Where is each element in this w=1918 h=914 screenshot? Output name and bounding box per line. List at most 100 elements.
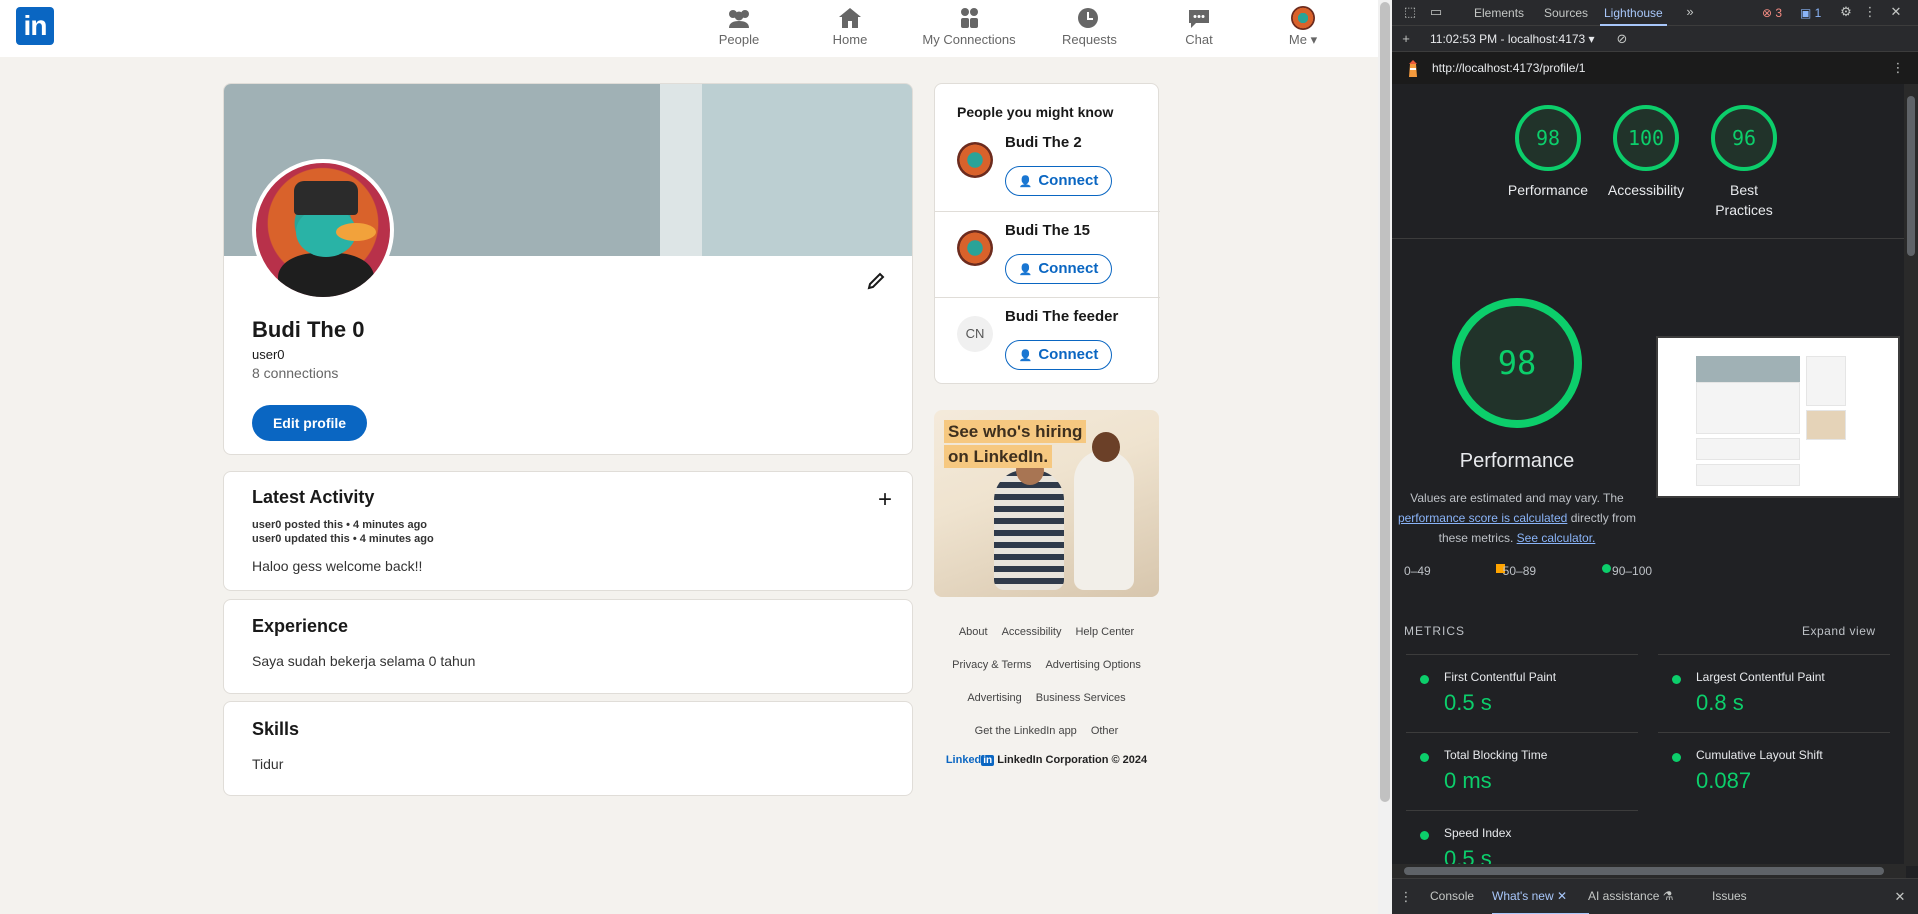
gear-icon[interactable]: ⚙ [1838,4,1854,20]
report-selector[interactable]: 11:02:53 PM - localhost:4173 ▾ [1430,26,1595,52]
footer-link[interactable]: Business Services [1036,692,1126,704]
footer-link[interactable]: Privacy & Terms [952,659,1031,671]
metric-item: Cumulative Layout Shift 0.087 [1658,732,1890,810]
metric-name: Total Blocking Time [1444,748,1548,762]
lighthouse-toolbar: + 11:02:53 PM - localhost:4173 ▾ ⊘ [1392,26,1918,52]
connect-button[interactable]: 👤 Connect [1005,254,1112,284]
score-gauge[interactable]: 96 [1711,105,1777,171]
kebab-menu-icon[interactable]: ⋮ [1890,60,1906,76]
connect-button[interactable]: 👤 Connect [1005,166,1112,196]
nav-home[interactable]: Home [830,6,870,52]
caret-down-icon: ▾ [1310,32,1318,47]
profile-avatar[interactable] [252,159,394,301]
person-name[interactable]: Budi The 2 [1005,134,1082,151]
profile-connections[interactable]: 8 connections [252,365,338,381]
nav-requests[interactable]: Requests [1062,6,1117,52]
final-screenshot-thumbnail[interactable] [1656,336,1900,498]
metric-value: 0.087 [1696,768,1752,793]
nav-people[interactable]: People [718,6,760,52]
error-count-badge[interactable]: ⊗ 3 [1762,0,1782,26]
kebab-menu-icon[interactable]: ⋮ [1862,4,1878,20]
profile-name: Budi The 0 [252,317,365,342]
footer-link[interactable]: Get the LinkedIn app [975,725,1077,737]
footer: About Accessibility Help Center Privacy & … [934,622,1159,766]
tab-sources[interactable]: Sources [1544,0,1588,26]
score-gauge[interactable]: 100 [1613,105,1679,171]
clear-icon[interactable]: ⊘ [1614,31,1630,47]
person-name[interactable]: Budi The 15 [1005,222,1090,239]
connect-button[interactable]: 👤 Connect [1005,340,1112,370]
message-count-badge[interactable]: ▣ 1 [1800,0,1821,26]
close-icon[interactable]: ✕ [1888,4,1904,20]
experience-card: Experience Saya sudah bekerja selama 0 t… [223,599,913,694]
metric-value: 0.5 s [1444,690,1492,715]
footer-link[interactable]: About [959,626,988,638]
nav-chat[interactable]: Chat [1184,6,1214,52]
list-item: CN Budi The feeder 👤 Connect [935,297,1160,384]
metric-item: Largest Contentful Paint 0.8 s [1658,654,1890,732]
score-calc-link[interactable]: performance score is calculated [1398,511,1567,525]
devtools-tabbar: ⬚ ▭ Elements Sources Lighthouse » ⊗ 3 ▣ … [1392,0,1918,26]
plus-icon[interactable]: + [1398,31,1414,47]
drawer-tab-issues[interactable]: Issues [1712,879,1747,914]
performance-gauge: 98 [1452,298,1582,428]
score-gauge[interactable]: 98 [1515,105,1581,171]
linkedin-logo[interactable]: in [16,7,54,45]
more-tabs-icon[interactable]: » [1682,4,1698,20]
list-item: Budi The 15 👤 Connect [935,211,1160,298]
footer-link[interactable]: Accessibility [1002,626,1062,638]
pass-dot-icon [1672,675,1681,684]
activity-meta: user0 posted this • 4 minutes ago [252,519,428,531]
metric-value: 0.8 s [1696,690,1744,715]
close-icon[interactable]: ✕ [1892,889,1908,905]
hiring-ad[interactable]: See who's hiring on LinkedIn. [934,410,1159,597]
kebab-menu-icon[interactable]: ⋮ [1398,889,1414,905]
tab-elements[interactable]: Elements [1474,0,1524,26]
footer-link[interactable]: Help Center [1075,626,1134,638]
nav-label: Me ▾ [1288,32,1318,47]
edit-profile-button[interactable]: Edit profile [252,405,367,441]
add-person-icon: 👤 [1018,264,1033,276]
ad-headline: See who's hiring on LinkedIn. [944,420,1087,470]
pencil-icon[interactable] [866,271,886,291]
metric-item: Speed Index 0.5 s [1406,810,1638,866]
close-icon[interactable]: ✕ [1557,889,1567,903]
nav-my-connections[interactable]: My Connections [922,6,1016,52]
drawer-tab-console[interactable]: Console [1430,879,1474,914]
metric-item: Total Blocking Time 0 ms [1406,732,1638,810]
pass-dot-icon [1420,831,1429,840]
footer-link[interactable]: Advertising [967,692,1021,704]
inspect-icon[interactable]: ⬚ [1402,4,1418,20]
nav-me[interactable]: Me ▾ [1283,6,1323,52]
metric-name: Cumulative Layout Shift [1696,748,1823,762]
footer-link[interactable]: Advertising Options [1045,659,1140,671]
metrics-header: METRICS [1404,624,1465,638]
skills-card: Skills Tidur [223,701,913,796]
avatar [1291,6,1315,30]
drawer-tab-whats-new[interactable]: What's new ✕ [1492,879,1590,914]
tab-lighthouse[interactable]: Lighthouse [1600,0,1667,26]
add-icon[interactable]: + [878,488,892,512]
experience-text: Saya sudah bekerja selama 0 tahun [252,653,476,669]
nav-label: Requests [1062,32,1117,47]
card-title: Skills [252,719,300,739]
report-horizontal-scrollbar[interactable] [1392,864,1906,878]
person-name[interactable]: Budi The feeder [1005,308,1118,325]
expand-view-toggle[interactable]: Expand view [1802,624,1876,638]
see-calculator-link[interactable]: See calculator. [1517,531,1596,545]
lighthouse-icon [1409,60,1417,77]
drawer-tab-ai-assistance[interactable]: AI assistance ⚗ [1588,879,1673,914]
avatar[interactable] [957,142,993,178]
report-scrollbar[interactable] [1904,84,1918,866]
activity-meta: user0 updated this • 4 minutes ago [252,533,434,545]
device-toggle-icon[interactable]: ▭ [1428,4,1444,20]
metric-name: Largest Contentful Paint [1696,670,1825,684]
avatar[interactable]: CN [957,316,993,352]
avatar[interactable] [957,230,993,266]
footer-link[interactable]: Other [1091,725,1119,737]
metric-value: 0.5 s [1444,846,1492,866]
report-url[interactable]: http://localhost:4173/profile/1 [1432,61,1585,75]
profile-username: user0 [252,347,285,362]
pass-dot-icon [1672,753,1681,762]
page-scrollbar[interactable] [1378,0,1392,914]
